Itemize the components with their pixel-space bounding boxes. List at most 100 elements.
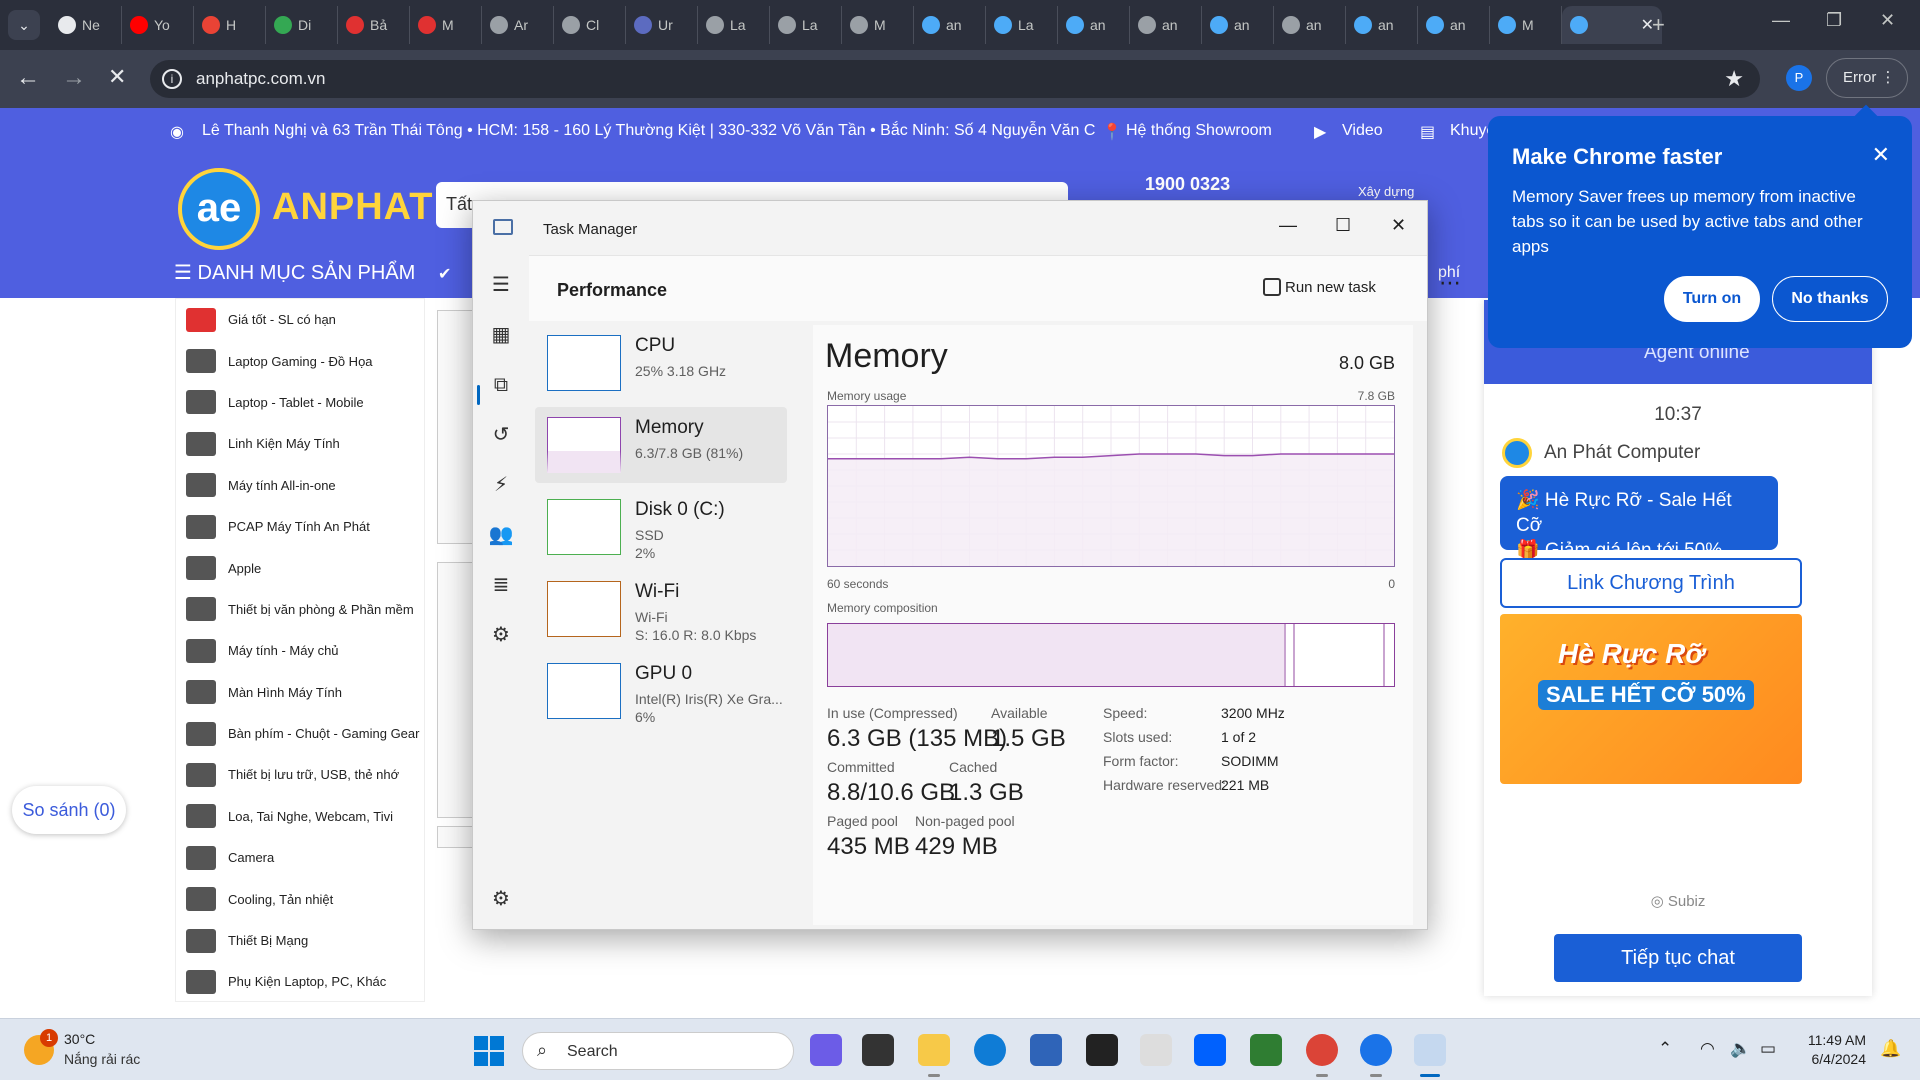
volume-icon[interactable]: 🔈: [1730, 1039, 1751, 1059]
tray-chevron-icon[interactable]: ⌃: [1658, 1039, 1672, 1059]
category-item[interactable]: Thiết bị văn phòng & Phần mềm: [176, 589, 424, 630]
weather-desc[interactable]: Nắng rải rác: [64, 1051, 140, 1067]
no-thanks-button[interactable]: No thanks: [1772, 276, 1888, 322]
notification-bell-icon[interactable]: 🔔: [1880, 1039, 1901, 1059]
users-icon[interactable]: 👥: [487, 521, 515, 549]
windows-start-icon[interactable]: [474, 1036, 504, 1066]
category-item[interactable]: Máy tính All-in-one: [176, 465, 424, 506]
profile-avatar[interactable]: P: [1786, 65, 1812, 91]
weather-temp[interactable]: 30°C: [64, 1031, 95, 1047]
browser-tab[interactable]: La: [698, 6, 770, 44]
amazon-app-icon[interactable]: [1140, 1034, 1172, 1066]
category-item[interactable]: Linh Kiện Máy Tính: [176, 423, 424, 464]
performance-icon[interactable]: ⧉: [487, 371, 515, 399]
category-item[interactable]: Máy tính - Máy chủ: [176, 630, 424, 671]
task-view-icon[interactable]: [862, 1034, 894, 1066]
browser-tab[interactable]: an: [1418, 6, 1490, 44]
category-item[interactable]: Laptop - Tablet - Mobile: [176, 382, 424, 423]
microsoft-store-icon[interactable]: [1030, 1034, 1062, 1066]
browser-tab[interactable]: Yo: [122, 6, 194, 44]
url-text[interactable]: anphatpc.com.vn: [196, 69, 325, 89]
taskbar-search[interactable]: ⌕ Search: [522, 1032, 794, 1070]
address-bar[interactable]: i anphatpc.com.vn ★: [150, 60, 1760, 98]
browser-tab[interactable]: Cl: [554, 6, 626, 44]
program-link-button[interactable]: Link Chương Trình: [1500, 558, 1802, 608]
startup-apps-icon[interactable]: ⚡: [487, 471, 515, 499]
continue-chat-button[interactable]: Tiếp tục chat: [1554, 934, 1802, 982]
resource-gpu-0[interactable]: GPU 0 Intel(R) Iris(R) Xe Gra... 6%: [535, 653, 787, 729]
showroom-link[interactable]: Hệ thống Showroom: [1126, 122, 1272, 140]
wifi-icon[interactable]: ◠: [1700, 1039, 1715, 1059]
browser-tab[interactable]: an: [914, 6, 986, 44]
copilot-icon[interactable]: [810, 1034, 842, 1066]
anphat-logo-icon[interactable]: ae: [178, 168, 260, 250]
edge-icon[interactable]: [974, 1034, 1006, 1066]
tm-minimize-icon[interactable]: —: [1279, 215, 1297, 236]
category-item[interactable]: Cooling, Tản nhiệt: [176, 878, 424, 919]
browser-tab[interactable]: Ur: [626, 6, 698, 44]
chrome-icon[interactable]: [1306, 1034, 1338, 1077]
resource-wi-fi[interactable]: Wi-Fi Wi-Fi S: 16.0 R: 8.0 Kbps: [535, 571, 787, 647]
new-tab-button[interactable]: +: [1652, 12, 1665, 38]
browser-tab[interactable]: an: [1202, 6, 1274, 44]
stop-loading-icon[interactable]: ✕: [108, 64, 126, 90]
category-item[interactable]: Thiết Bị Mạng: [176, 920, 424, 961]
tm-maximize-icon[interactable]: ☐: [1335, 215, 1351, 236]
maximize-icon[interactable]: ❐: [1826, 10, 1842, 31]
promo-banner-image[interactable]: Hè Rực Rỡ SALE HẾT CỠ 50%: [1500, 614, 1802, 784]
powered-by-subiz[interactable]: ◎ Subiz: [1484, 892, 1872, 910]
address-marquee[interactable]: Lê Thanh Nghị và 63 Trần Thái Tông • HCM…: [202, 122, 1095, 140]
taskbar-clock[interactable]: 11:49 AM 6/4/2024: [1794, 1031, 1866, 1069]
forward-icon[interactable]: →: [62, 64, 86, 92]
battery-icon[interactable]: ▭: [1760, 1039, 1776, 1059]
details-icon[interactable]: ≣: [487, 571, 515, 599]
close-window-icon[interactable]: ✕: [1880, 10, 1895, 31]
category-item[interactable]: PCAP Máy Tính An Phát: [176, 506, 424, 547]
browser-tab[interactable]: an: [1274, 6, 1346, 44]
run-new-task-button[interactable]: Run new task: [1285, 279, 1376, 296]
notepad-icon[interactable]: [1250, 1034, 1282, 1066]
browser-tab[interactable]: Ar: [482, 6, 554, 44]
processes-icon[interactable]: ▦: [487, 321, 515, 349]
resource-memory[interactable]: Memory 6.3/7.8 GB (81%): [535, 407, 787, 483]
browser-tab[interactable]: H: [194, 6, 266, 44]
browser-tab[interactable]: La: [986, 6, 1058, 44]
bookmark-star-icon[interactable]: ★: [1724, 66, 1744, 92]
app-history-icon[interactable]: ↺: [487, 421, 515, 449]
browser-tab[interactable]: an: [1346, 6, 1418, 44]
browser-tab[interactable]: Di: [266, 6, 338, 44]
category-item[interactable]: Phụ Kiện Laptop, PC, Khác: [176, 961, 424, 1002]
browser-tab[interactable]: an: [1130, 6, 1202, 44]
browser-tab[interactable]: M: [842, 6, 914, 44]
category-item[interactable]: Màn Hình Máy Tính: [176, 672, 424, 713]
category-item[interactable]: Thiết bị lưu trữ, USB, thẻ nhớ: [176, 754, 424, 795]
resource-disk-0-c[interactable]: Disk 0 (C:) SSD 2%: [535, 489, 787, 565]
chrome-profile-icon[interactable]: [1360, 1034, 1392, 1077]
category-item[interactable]: Apple: [176, 547, 424, 588]
build-pc-link[interactable]: Xây dựng: [1358, 184, 1414, 199]
tab-search-button[interactable]: ⌄: [8, 10, 40, 40]
active-browser-tab[interactable]: ✕: [1562, 6, 1662, 44]
error-menu-button[interactable]: Error ⋮: [1826, 58, 1908, 98]
minimize-icon[interactable]: —: [1772, 10, 1790, 31]
browser-tab[interactable]: M: [410, 6, 482, 44]
browser-tab[interactable]: an: [1058, 6, 1130, 44]
category-item[interactable]: Bàn phím - Chuột - Gaming Gear: [176, 713, 424, 754]
services-icon[interactable]: ⚙: [487, 621, 515, 649]
tm-close-icon[interactable]: ✕: [1391, 215, 1406, 236]
browser-tab[interactable]: M: [1490, 6, 1562, 44]
turn-on-button[interactable]: Turn on: [1664, 276, 1760, 322]
run-task-icon[interactable]: [1263, 278, 1281, 296]
amazon-icon[interactable]: [1086, 1034, 1118, 1066]
category-item[interactable]: Laptop Gaming - Đồ Họa: [176, 340, 424, 381]
site-info-icon[interactable]: i: [162, 69, 182, 89]
task-manager-taskbar-icon[interactable]: [1414, 1034, 1446, 1077]
video-link[interactable]: Video: [1342, 122, 1383, 140]
category-item[interactable]: Camera: [176, 837, 424, 878]
back-icon[interactable]: ←: [16, 64, 40, 92]
compare-button[interactable]: So sánh (0): [12, 786, 126, 834]
hamburger-menu-icon[interactable]: ☰: [487, 271, 515, 299]
browser-tab[interactable]: Ne: [50, 6, 122, 44]
category-item[interactable]: Giá tốt - SL có hạn: [176, 299, 424, 340]
task-manager-titlebar[interactable]: Task Manager — ☐ ✕: [473, 201, 1427, 255]
